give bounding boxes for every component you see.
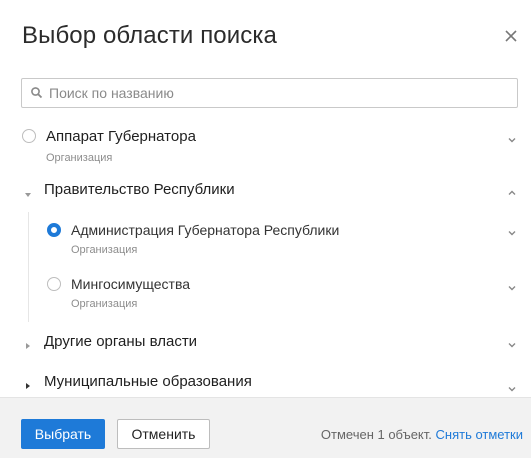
chevron-down-icon[interactable] — [507, 132, 517, 143]
tree-item-label[interactable]: Аппарат Губернатора — [46, 128, 196, 145]
dialog-footer: Выбрать Отменить Отмечен 1 объект. Снять… — [0, 397, 531, 458]
tree-group-label[interactable]: Правительство Республики — [44, 181, 235, 198]
chevron-down-icon[interactable] — [507, 225, 517, 236]
clear-selection-link[interactable]: Снять отметки — [436, 427, 523, 442]
selection-status: Отмечен 1 объект. Снять отметки — [321, 427, 523, 442]
chevron-down-icon[interactable] — [507, 337, 517, 348]
close-icon[interactable] — [501, 26, 521, 46]
cancel-button[interactable]: Отменить — [117, 419, 210, 449]
status-text: Отмечен 1 объект. — [320, 427, 432, 442]
tree-item-meta: Организация — [71, 244, 138, 256]
tree-group-label[interactable]: Муниципальные образования — [44, 373, 252, 390]
search-scope-dialog: Выбор области поиска Аппарат Губернатора… — [0, 0, 531, 458]
radio-administration[interactable] — [47, 223, 61, 237]
dialog-title: Выбор области поиска — [22, 22, 277, 49]
tree-item-label[interactable]: Администрация Губернатора Республики — [71, 222, 339, 238]
select-button[interactable]: Выбрать — [21, 419, 105, 449]
chevron-down-icon[interactable] — [507, 381, 517, 392]
tree-item-label[interactable]: Мингосимущества — [71, 276, 190, 292]
chevron-up-icon[interactable] — [507, 185, 517, 195]
search-box — [21, 78, 518, 108]
caret-down-icon[interactable] — [24, 186, 32, 197]
tree-item-meta: Организация — [71, 298, 138, 310]
radio-mingosimushchestva[interactable] — [47, 277, 61, 291]
radio-apparat[interactable] — [22, 129, 36, 143]
tree-item-meta: Организация — [46, 152, 113, 164]
tree-indent-line — [28, 212, 29, 322]
caret-right-icon[interactable] — [24, 377, 32, 389]
caret-right-icon[interactable] — [24, 337, 32, 349]
chevron-down-icon[interactable] — [507, 280, 517, 291]
search-icon — [30, 86, 44, 100]
search-input[interactable] — [49, 85, 517, 101]
tree-group-label[interactable]: Другие органы власти — [44, 333, 197, 350]
